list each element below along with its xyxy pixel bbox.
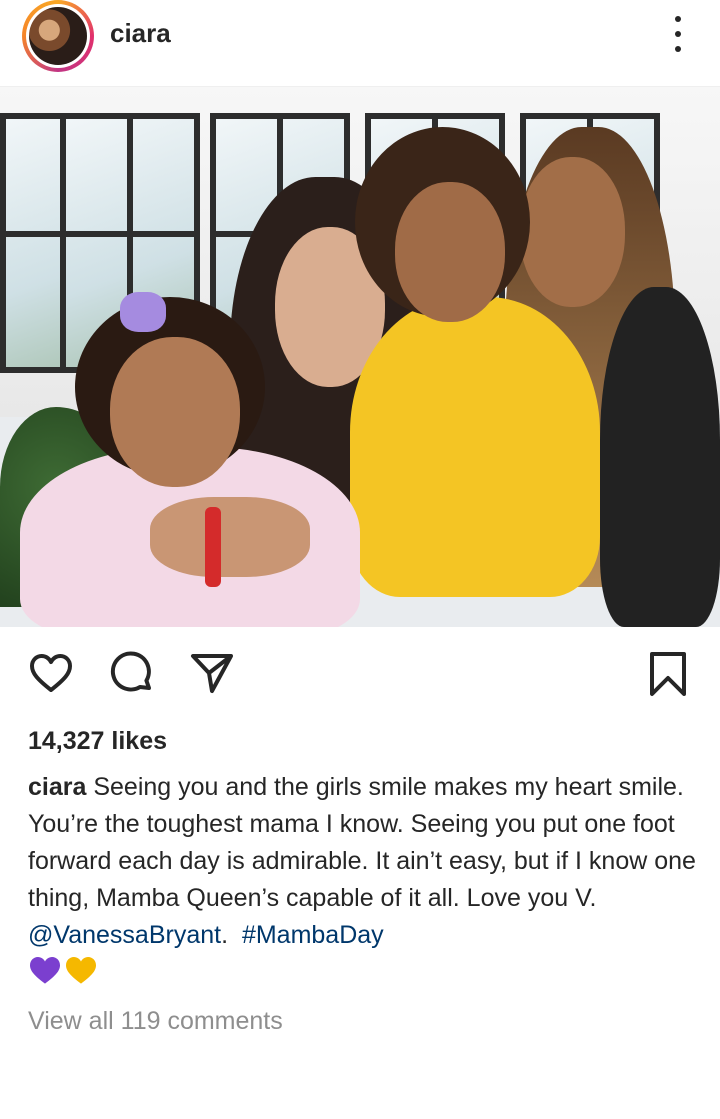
heart-icon[interactable]: [26, 649, 76, 702]
view-comments-link[interactable]: View all 119 comments: [28, 1007, 283, 1036]
yellow-heart-icon: [66, 957, 96, 984]
post-details: 14,327 likes ciara Seeing you and the gi…: [0, 727, 720, 1119]
caption-username[interactable]: ciara: [28, 773, 86, 801]
comment-icon[interactable]: [108, 649, 156, 702]
more-options-icon[interactable]: [666, 16, 690, 52]
like-count[interactable]: 14,327 likes: [28, 727, 167, 756]
purple-heart-icon: [30, 957, 60, 984]
caption-text: Seeing you and the girls smile makes my …: [28, 773, 696, 912]
send-icon[interactable]: [188, 649, 236, 702]
caption-emojis: [28, 955, 98, 985]
username[interactable]: ciara: [110, 18, 171, 49]
caption: ciara Seeing you and the girls smile mak…: [28, 769, 698, 954]
caption-separator: .: [221, 921, 229, 949]
hashtag-link[interactable]: #MambaDay: [242, 921, 384, 949]
bookmark-icon[interactable]: [644, 649, 692, 704]
story-ring[interactable]: [22, 0, 94, 72]
action-bar: [0, 627, 720, 727]
mention-link[interactable]: @VanessaBryant: [28, 921, 221, 949]
avatar[interactable]: [29, 7, 87, 65]
post-photo[interactable]: [0, 87, 720, 627]
post-header: ciara: [0, 0, 720, 87]
